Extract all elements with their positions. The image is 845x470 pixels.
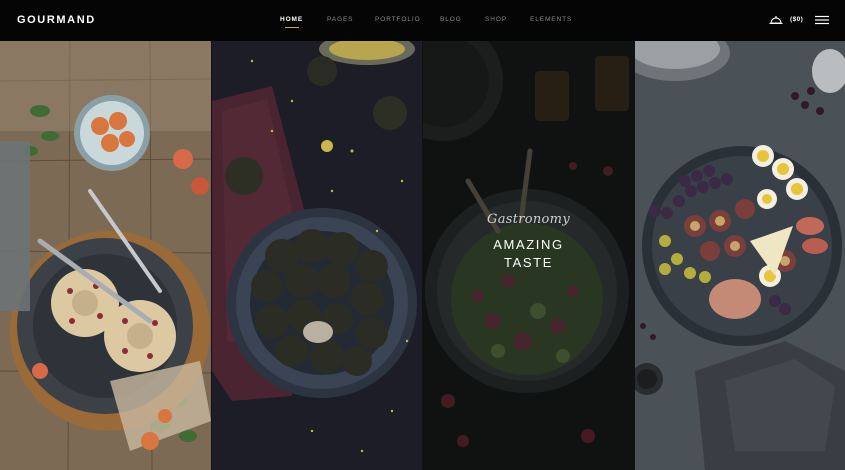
panel-headline: AMAZING TASTE <box>423 236 634 272</box>
panel-divider <box>211 41 212 470</box>
gallery-panel-tarts[interactable] <box>0 41 211 470</box>
truffles-photo <box>212 41 422 470</box>
headline-line-2: TASTE <box>504 255 553 270</box>
category-script-label: Gastronomy <box>487 212 570 227</box>
nav-item-label: PAGES <box>327 16 354 23</box>
nav-item-label: HOME <box>280 16 304 23</box>
nav-item-label: PORTFOLIO <box>375 16 421 23</box>
site-logo[interactable]: GOURMAND <box>17 14 96 26</box>
top-navigation-bar: GOURMAND HOME PAGES PORTFOLIO BLOG SHOP … <box>0 0 845 41</box>
nav-item-portfolio[interactable]: PORTFOLIO <box>375 16 421 23</box>
cart-total[interactable]: ($0) <box>790 16 803 23</box>
nav-item-label: ELEMENTS <box>530 16 573 23</box>
gastronomy-caption[interactable]: Gastronomy AMAZING TASTE <box>423 212 634 272</box>
cloche-icon[interactable] <box>769 15 783 25</box>
headline-line-1: AMAZING <box>493 237 564 252</box>
platter-photo <box>635 41 845 470</box>
nav-item-shop[interactable]: SHOP <box>485 16 507 23</box>
gallery-panel-truffles[interactable] <box>212 41 422 470</box>
tarts-photo <box>0 41 211 470</box>
gallery-panel-platter[interactable] <box>635 41 845 470</box>
nav-item-home[interactable]: HOME <box>280 16 304 28</box>
active-indicator <box>284 27 299 28</box>
nav-item-elements[interactable]: ELEMENTS <box>530 16 572 23</box>
hamburger-menu-icon[interactable] <box>815 15 829 25</box>
nav-item-blog[interactable]: BLOG <box>440 16 462 23</box>
panel-divider <box>634 41 635 470</box>
nav-item-pages[interactable]: PAGES <box>327 16 353 23</box>
nav-item-label: SHOP <box>485 16 508 23</box>
nav-item-label: BLOG <box>440 16 462 23</box>
